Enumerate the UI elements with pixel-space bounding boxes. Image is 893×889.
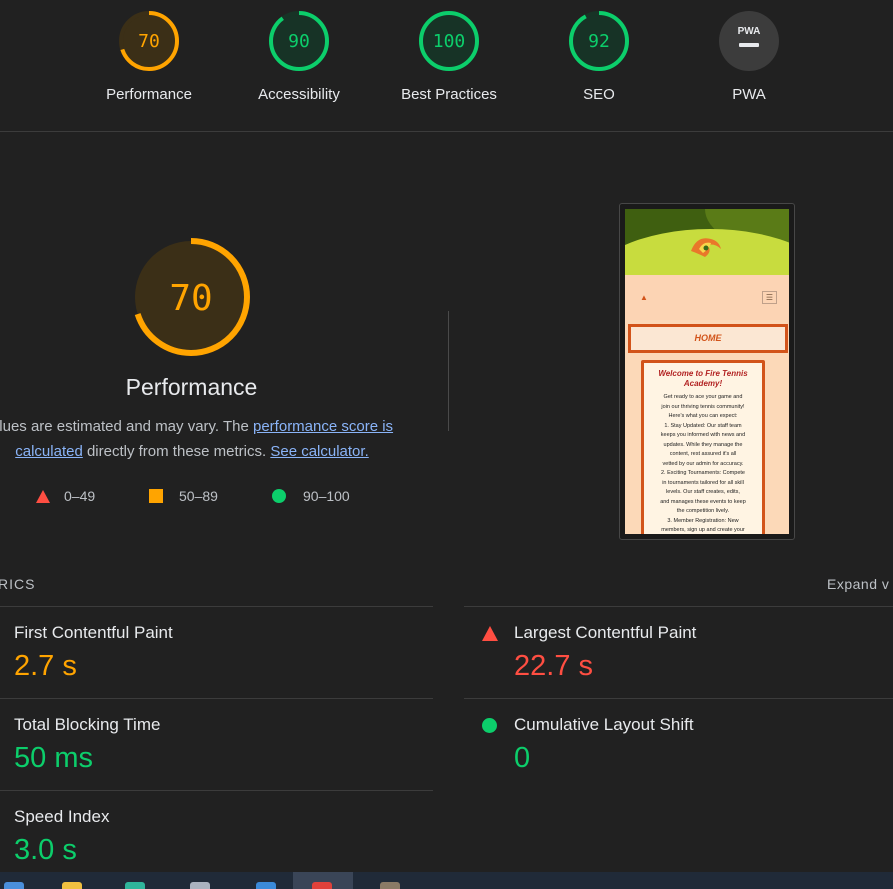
chrome-icon[interactable] xyxy=(312,882,332,889)
app-icon-2[interactable] xyxy=(380,882,400,889)
legend-pass: 90–100 xyxy=(272,488,350,504)
gauge-label: Best Practices xyxy=(401,86,497,103)
performance-title: Performance xyxy=(125,374,258,400)
gauge-score: 70 xyxy=(138,31,160,52)
mini-text-line: 1. Stay Updated: Our staff team xyxy=(664,422,742,429)
metric-value: 50 ms xyxy=(14,742,93,774)
see-calculator-link[interactable]: See calculator. xyxy=(270,443,368,460)
metric-total-blocking-time: Total Blocking Time 50 ms xyxy=(0,698,433,791)
editor-icon[interactable] xyxy=(256,882,276,889)
mini-text-line: levels. Our staff creates, edits, xyxy=(666,489,740,495)
mini-text-line: the competition lively. xyxy=(676,508,730,514)
mini-text-line: vetted by our admin for accuracy. xyxy=(662,460,744,467)
mini-text-line: members, sign up and create your xyxy=(661,527,745,533)
legend-range: 50–89 xyxy=(179,488,218,504)
mini-text-line: Get ready to ace your game and xyxy=(663,394,743,400)
metric-speed-index: Speed Index 3.0 s xyxy=(0,790,433,883)
mini-home-banner: HOME xyxy=(628,324,788,353)
performance-description: alues are estimated and may vary. The pe… xyxy=(0,414,456,464)
performance-score-gauge: 70 xyxy=(132,238,250,356)
gauge-label: Performance xyxy=(106,86,192,103)
orange-square-icon xyxy=(149,489,163,503)
gauge-score: 90 xyxy=(288,31,310,52)
gauge-seo-ring: 92 xyxy=(569,11,629,71)
pwa-badge-icon: PWA xyxy=(719,11,779,71)
metric-value: 3.0 s xyxy=(14,834,77,866)
mini-navbar: ▲ ☰ xyxy=(625,275,789,320)
metric-name: Total Blocking Time xyxy=(14,715,161,734)
hamburger-menu-icon: ☰ xyxy=(762,291,777,304)
metric-name: Cumulative Layout Shift xyxy=(514,715,694,734)
green-circle-icon xyxy=(272,489,286,503)
performance-score: 70 xyxy=(169,278,212,319)
metric-name: Largest Contentful Paint xyxy=(514,623,697,642)
mini-text-line: join our thriving tennis community! xyxy=(661,403,745,410)
metric-name: First Contentful Paint xyxy=(14,623,173,642)
red-triangle-icon xyxy=(36,490,50,503)
gauge-label: PWA xyxy=(732,86,766,103)
expand-view-button[interactable]: Expand v xyxy=(827,576,889,592)
gauge-label: SEO xyxy=(583,86,615,103)
gauge-seo[interactable]: 92 SEO xyxy=(539,10,659,103)
mini-body: Get ready to ace your game and join our t… xyxy=(648,393,758,534)
mini-welcome-card: Welcome to Fire Tennis Academy! Get read… xyxy=(641,360,765,534)
mini-text-line: 3. Member Registration: New xyxy=(667,517,739,524)
metric-value: 0 xyxy=(514,742,531,774)
metric-value: 2.7 s xyxy=(14,650,77,682)
file-explorer-icon[interactable] xyxy=(62,882,82,889)
gauge-performance-ring: 70 xyxy=(119,11,179,71)
metric-first-contentful-paint: First Contentful Paint 2.7 s xyxy=(0,606,433,699)
page-screenshot-thumbnail[interactable]: ▲ ☰ HOME Welcome to Fire Tennis Academy!… xyxy=(619,203,795,540)
gauge-score: 92 xyxy=(588,31,610,52)
pwa-badge-text: PWA xyxy=(738,26,761,37)
category-gauges: 70 Performance 90 Accessibility 100 Best… xyxy=(0,0,893,132)
metric-name: Speed Index xyxy=(14,807,110,826)
gauge-label: Accessibility xyxy=(258,86,340,103)
mini-text-line: Here's what you can expect: xyxy=(668,413,738,419)
home-icon: ▲ xyxy=(640,293,648,302)
os-taskbar xyxy=(0,872,893,889)
metric-largest-contentful-paint: Largest Contentful Paint 22.7 s xyxy=(464,606,893,699)
metric-cumulative-layout-shift: Cumulative Layout Shift 0 xyxy=(464,698,893,791)
mini-text-line: updates. While they manage the xyxy=(663,441,743,448)
divider xyxy=(448,311,449,431)
legend-fail: 0–49 xyxy=(36,488,95,504)
gauge-score: 100 xyxy=(433,31,466,52)
mini-text-line: keeps you informed with news and xyxy=(660,432,746,438)
metrics-header: RICS xyxy=(0,576,36,592)
legend-range: 90–100 xyxy=(303,488,350,504)
mini-text-line: and manages these events to keep xyxy=(660,498,746,505)
gauge-best-practices-ring: 100 xyxy=(419,11,479,71)
gauge-performance[interactable]: 70 Performance xyxy=(89,10,209,103)
mini-heading: Welcome to Fire Tennis Academy! xyxy=(658,369,748,388)
mini-text-line: 2. Exciting Tournaments: Compete xyxy=(661,470,745,476)
fire-logo-icon xyxy=(691,238,721,257)
legend-average: 50–89 xyxy=(149,488,218,504)
gauge-accessibility[interactable]: 90 Accessibility xyxy=(239,10,359,103)
gauge-accessibility-ring: 90 xyxy=(269,11,329,71)
gauge-best-practices[interactable]: 100 Best Practices xyxy=(389,10,509,103)
performance-score-link-cont[interactable]: calculated xyxy=(15,443,83,460)
tennis-ball-hero-image xyxy=(625,209,789,275)
mini-text-line: content, rest assured it's all xyxy=(669,451,737,457)
green-circle-icon xyxy=(482,718,497,733)
metric-value: 22.7 s xyxy=(514,650,593,682)
gauge-pwa[interactable]: PWA PWA xyxy=(689,10,809,103)
desc-text-2: directly from these metrics. xyxy=(82,443,271,460)
app-icon[interactable] xyxy=(190,882,210,889)
red-triangle-icon xyxy=(482,626,498,641)
taskview-icon[interactable] xyxy=(4,882,24,889)
mini-text-line: in tournaments tailored for all skill xyxy=(662,479,744,486)
desc-text: alues are estimated and may vary. The xyxy=(0,418,253,435)
performance-score-link[interactable]: performance score is xyxy=(253,418,393,435)
browser-icon[interactable] xyxy=(125,882,145,889)
legend-range: 0–49 xyxy=(64,488,96,504)
